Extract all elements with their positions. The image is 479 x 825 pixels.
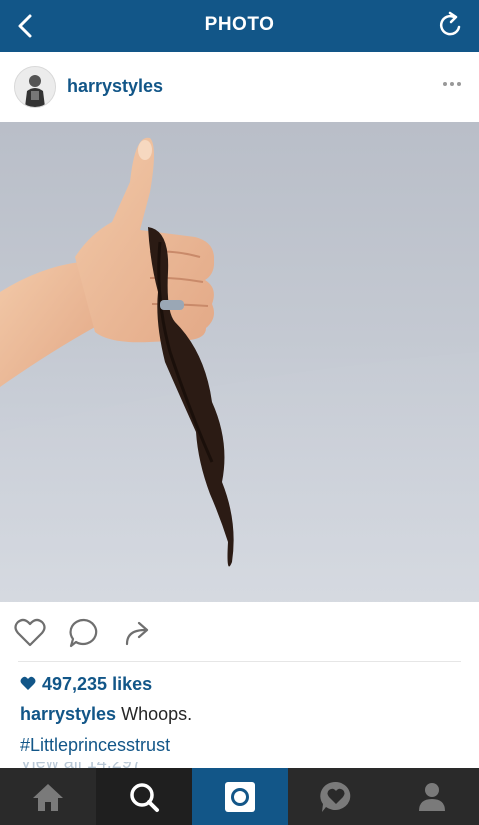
bottom-nav [0, 768, 479, 825]
likes-label: 497,235 likes [42, 674, 153, 694]
hashtag-link[interactable]: #Littleprincesstrust [20, 735, 170, 756]
caption: harrystyles Whoops. [20, 704, 192, 725]
search-icon [130, 782, 159, 812]
post-actions [0, 602, 479, 662]
comment-icon[interactable] [67, 616, 101, 650]
camera-icon [225, 781, 255, 812]
avatar[interactable] [14, 66, 56, 108]
photo-image [0, 137, 479, 602]
filled-heart-icon [20, 676, 36, 690]
caption-username[interactable]: harrystyles [20, 704, 116, 724]
avatar-image [15, 67, 55, 107]
post-header: harrystyles [0, 52, 479, 122]
more-horizontal-icon[interactable] [442, 80, 462, 88]
top-bar: PHOTO [0, 0, 479, 52]
refresh-icon[interactable] [437, 10, 465, 40]
caption-text: Whoops. [116, 704, 193, 724]
profile-icon [418, 782, 445, 811]
nav-activity[interactable] [288, 768, 384, 825]
post-photo[interactable] [0, 122, 479, 602]
nav-home[interactable] [0, 768, 96, 825]
nav-profile[interactable] [384, 768, 479, 825]
activity-heart-icon [320, 781, 351, 812]
post-username[interactable]: harrystyles [67, 76, 163, 97]
nav-camera[interactable] [192, 768, 288, 825]
divider [18, 661, 461, 662]
home-icon [33, 783, 63, 811]
share-icon[interactable] [121, 616, 155, 650]
likes-count[interactable]: 497,235 likes [20, 674, 152, 695]
heart-icon[interactable] [13, 616, 47, 650]
page-title: PHOTO [204, 14, 275, 35]
nav-search[interactable] [96, 768, 192, 825]
